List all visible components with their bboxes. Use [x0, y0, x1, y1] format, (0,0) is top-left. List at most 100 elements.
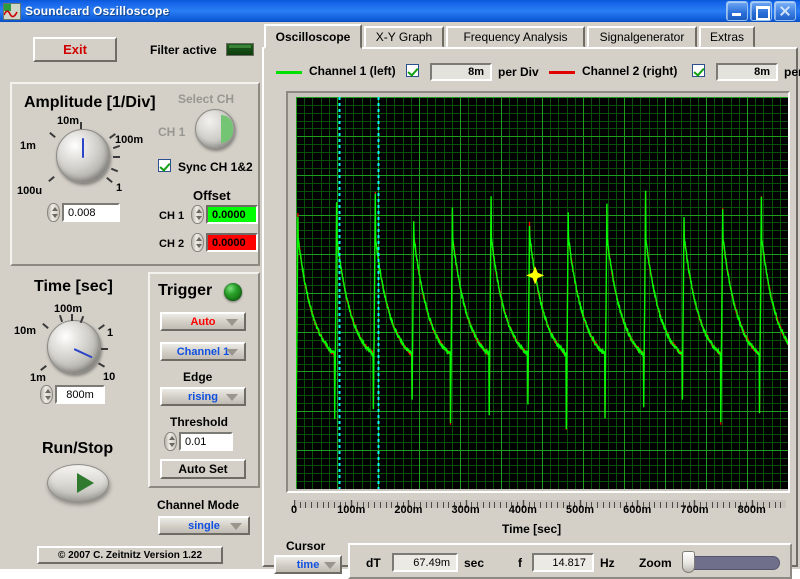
zoom-slider-thumb[interactable] — [682, 551, 695, 573]
offset-ch2-spinner[interactable] — [191, 233, 204, 252]
time-knob[interactable] — [47, 320, 101, 374]
auto-set-button[interactable]: Auto Set — [160, 459, 246, 479]
trigger-source-combo[interactable]: Channel 1 — [160, 342, 246, 361]
trigger-mode-combo[interactable]: Auto — [160, 312, 246, 331]
channel2-perdiv-field[interactable]: 8m — [716, 63, 778, 81]
channel-mode-value: single — [188, 519, 220, 532]
channel-mode-label: Channel Mode — [157, 498, 240, 512]
filter-active-label: Filter active — [150, 43, 217, 57]
waveform-graph-frame — [286, 91, 790, 493]
frequency-unit-label: Hz — [600, 556, 615, 570]
right-pane: Oscilloscope X-Y Graph Frequency Analysi… — [262, 24, 800, 579]
x-tick-label: 300m — [451, 504, 480, 516]
time-value-field[interactable]: 800m — [55, 385, 105, 404]
trigger-threshold-label: Threshold — [170, 415, 229, 429]
time-knob-label-1m: 1m — [30, 372, 46, 384]
offset-title: Offset — [193, 188, 231, 203]
x-axis-ruler — [293, 495, 787, 508]
trigger-edge-combo[interactable]: rising — [160, 387, 246, 406]
channel2-enable-checkbox[interactable] — [692, 64, 705, 77]
time-knob-label-100m: 100m — [54, 303, 83, 315]
trigger-title: Trigger — [158, 282, 213, 299]
trigger-threshold-field[interactable]: 0.01 — [179, 432, 233, 451]
chevron-down-icon — [226, 348, 238, 356]
amplitude-knob[interactable] — [56, 129, 110, 183]
offset-ch1-spinner[interactable] — [191, 205, 204, 224]
oscilloscope-icon — [3, 2, 21, 20]
channel2-color-swatch — [549, 71, 575, 74]
x-tick-label: 100m — [337, 504, 366, 516]
dt-value-field: 67.49m — [392, 553, 458, 572]
frequency-value-field: 14.817 — [532, 553, 594, 572]
offset-ch1-field[interactable]: 0.0000 — [206, 205, 258, 224]
sync-channels-checkbox[interactable] — [158, 159, 171, 172]
cursor-readout-panel: dT 67.49m sec f 14.817 Hz Zoom — [348, 543, 792, 579]
tab-signalgenerator[interactable]: Signalgenerator — [587, 26, 697, 48]
time-knob-label-10: 10 — [103, 371, 116, 383]
amplitude-knob-label-10m: 10m — [57, 115, 80, 127]
close-button[interactable] — [774, 1, 796, 21]
zoom-slider-track[interactable] — [686, 556, 780, 570]
amplitude-title: Amplitude [1/Div] — [24, 94, 156, 111]
exit-button[interactable]: Exit — [33, 37, 117, 62]
channel2-perdiv-label: per Div — [784, 65, 800, 79]
channel-mode-combo[interactable]: single — [158, 516, 250, 535]
chevron-down-icon — [230, 522, 242, 530]
amplitude-spinner[interactable] — [47, 203, 60, 222]
x-axis-tick-labels: 0 100m 200m 300m 400m 500m 600m 700m 800m — [291, 504, 786, 520]
trigger-threshold-spinner[interactable] — [164, 432, 177, 451]
x-tick-label: 800m — [737, 504, 766, 516]
runstop-button[interactable] — [47, 464, 109, 502]
chevron-down-icon — [226, 393, 238, 401]
window-title: Soundcard Oszilloscope — [25, 4, 170, 18]
select-ch-knob[interactable] — [195, 109, 235, 149]
channel1-perdiv-label: per Div — [498, 65, 539, 79]
tab-frequency-analysis[interactable]: Frequency Analysis — [446, 26, 585, 48]
cursor-mode-combo[interactable]: time — [274, 555, 342, 574]
cursor-label: Cursor — [286, 539, 326, 553]
amplitude-knob-label-100u: 100u — [17, 185, 43, 197]
play-icon — [77, 473, 94, 493]
oscilloscope-tab-panel: Channel 1 (left) 8m per Div Channel 2 (r… — [262, 47, 800, 579]
time-knob-label-10m: 10m — [14, 325, 37, 337]
channel1-enable-checkbox[interactable] — [406, 64, 419, 77]
trigger-edge-value: rising — [188, 390, 218, 403]
dt-label: dT — [366, 556, 381, 570]
runstop-label: Run/Stop — [42, 440, 114, 457]
offset-ch2-field[interactable]: 0.0000 — [206, 233, 258, 252]
x-axis-title: Time [sec] — [502, 522, 562, 536]
frequency-label: f — [518, 556, 522, 570]
waveform-plot[interactable] — [296, 97, 788, 489]
chevron-down-icon — [324, 561, 336, 569]
tab-extras[interactable]: Extras — [699, 26, 755, 48]
dt-unit-label: sec — [464, 556, 485, 570]
amplitude-value-field[interactable]: 0.008 — [62, 203, 120, 222]
channel1-perdiv-field[interactable]: 8m — [430, 63, 492, 81]
offset-ch2-label: CH 2 — [159, 238, 185, 250]
channel1-color-swatch — [276, 71, 302, 74]
x-tick-label: 500m — [565, 504, 595, 516]
trigger-source-value: Channel 1 — [176, 345, 230, 358]
minimize-button[interactable] — [726, 1, 748, 21]
time-spinner[interactable] — [40, 385, 53, 404]
tab-oscilloscope[interactable]: Oscilloscope — [264, 24, 362, 49]
x-tick-label: 400m — [508, 504, 537, 516]
time-title: Time [sec] — [34, 278, 113, 295]
offset-ch1-label: CH 1 — [159, 210, 185, 222]
select-ch-value: CH 1 — [158, 125, 186, 139]
window-titlebar: Soundcard Oszilloscope — [0, 0, 800, 22]
trigger-edge-label: Edge — [183, 370, 213, 384]
oscilloscope-application: Soundcard Oszilloscope Exit Filter activ… — [0, 0, 800, 579]
x-tick-label: 0 — [290, 504, 298, 516]
time-knob-label-1: 1 — [107, 327, 114, 339]
trigger-group: Trigger Auto Channel 1 Edge rising Thres… — [148, 272, 260, 488]
x-tick-label: 200m — [394, 504, 423, 516]
tab-xy-graph[interactable]: X-Y Graph — [364, 26, 444, 48]
chevron-down-icon — [226, 318, 238, 326]
amplitude-knob-label-1: 1 — [116, 182, 123, 194]
filter-active-indicator — [226, 43, 254, 56]
channel2-label: Channel 2 (right) — [582, 64, 678, 78]
maximize-button[interactable] — [750, 1, 772, 21]
channel1-label: Channel 1 (left) — [309, 64, 396, 78]
zoom-label: Zoom — [639, 556, 672, 570]
